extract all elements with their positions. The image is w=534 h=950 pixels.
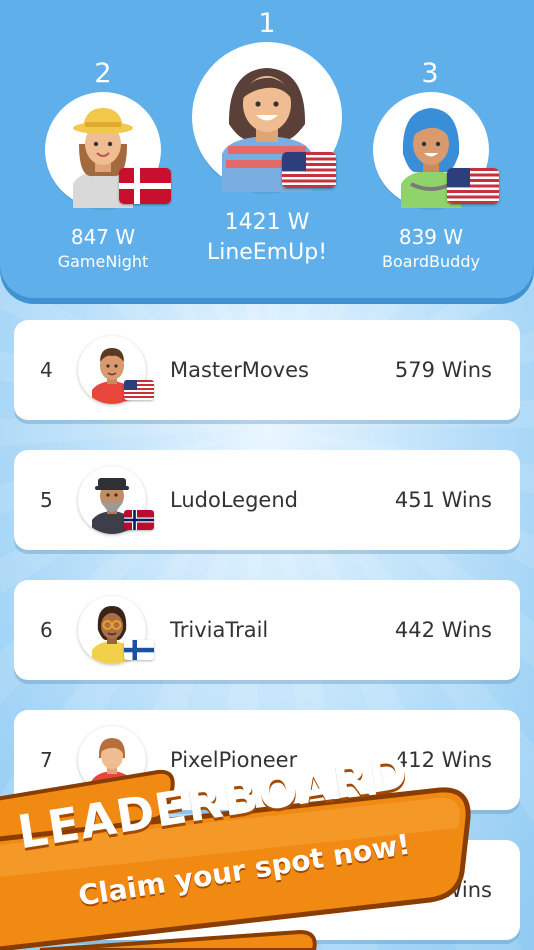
podium-score-2: 847 W (70, 225, 136, 249)
row-rank: 7 (40, 748, 53, 772)
denmark-flag-icon (119, 168, 171, 204)
leaderboard-row[interactable]: Wins (14, 840, 520, 940)
leaderboard-row[interactable]: 5 LudoLegend 451 Wins (14, 450, 520, 550)
leaderboard-row[interactable]: 4 MasterMoves 579 Wins (14, 320, 520, 420)
podium-rank-3: 3 (421, 58, 439, 89)
player-wins: 412 Wins (394, 748, 492, 772)
woman-avatar-icon (92, 738, 132, 794)
usa-flag-icon (124, 380, 154, 400)
player-name: LudoLegend (170, 488, 298, 512)
leaderboard-row[interactable]: 7 PixelPioneer 412 Wins (14, 710, 520, 810)
leaderboard-row[interactable]: 6 TriviaTrail 442 Wins (14, 580, 520, 680)
podium-name-3: BoardBuddy (382, 252, 480, 271)
player-name: PixelPioneer (170, 748, 298, 772)
row-rank: 4 (40, 358, 53, 382)
podium-score-3: 839 W (398, 225, 464, 249)
player-name: TriviaTrail (170, 618, 269, 642)
podium-name-1: LineEmUp! (206, 240, 328, 265)
row-rank: 6 (40, 618, 53, 642)
row-rank: 5 (40, 488, 53, 512)
player-avatar (78, 726, 146, 794)
player-wins: 451 Wins (394, 488, 492, 512)
usa-flag-icon (447, 168, 499, 204)
norway-flag-icon (124, 510, 154, 530)
player-name: MasterMoves (170, 358, 309, 382)
finland-flag-icon (124, 640, 154, 660)
podium-header: 1 1421 W LineEmUp! 2 847 W GameNight 3 8… (0, 0, 534, 298)
podium-name-2: GameNight (57, 252, 149, 271)
podium-rank-2: 2 (94, 58, 112, 89)
podium-score-1: 1421 W (224, 210, 310, 235)
usa-flag-icon (282, 152, 336, 188)
player-wins: 579 Wins (394, 358, 492, 382)
podium-rank-1: 1 (258, 8, 276, 39)
player-wins: 442 Wins (394, 618, 492, 642)
player-wins: Wins (441, 878, 492, 902)
